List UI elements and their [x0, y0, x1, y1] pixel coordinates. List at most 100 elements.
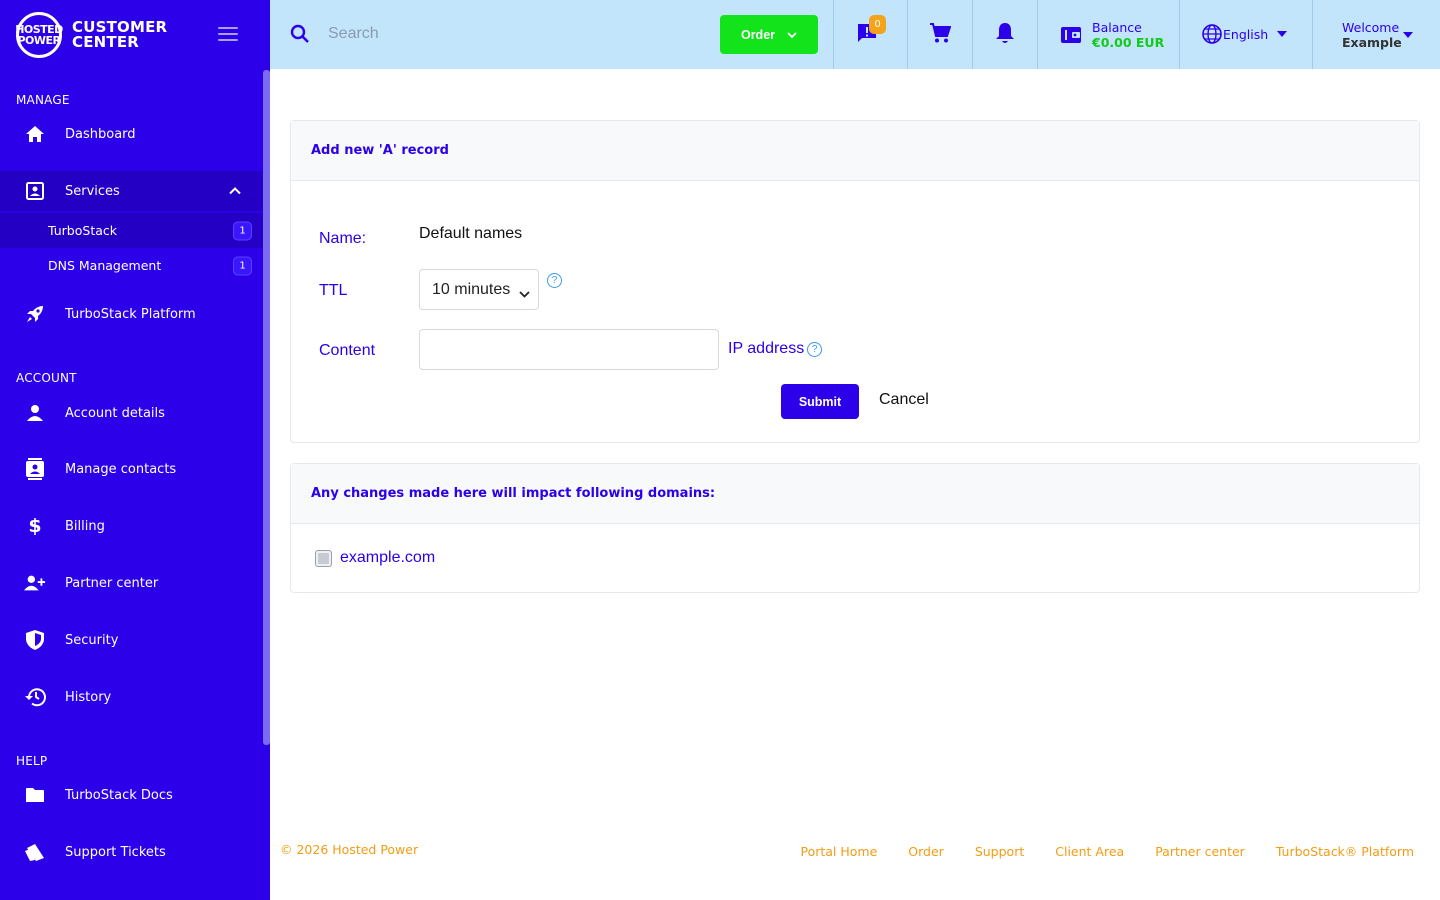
domain-item[interactable]: example.com — [315, 549, 435, 567]
footer-nav: Portal Home Order Support Client Area Pa… — [800, 844, 1414, 859]
footer-copyright: © 2026 Hosted Power — [280, 842, 419, 857]
cancel-button[interactable]: Cancel — [879, 391, 929, 409]
section-title-help: HELP — [16, 754, 48, 768]
folder-icon — [24, 784, 46, 806]
name-label: Name: — [319, 230, 367, 247]
sidebar-subitem-label: DNS Management — [48, 258, 162, 273]
content-label: Content — [319, 342, 376, 359]
balance-widget[interactable]: Balance €0.00 EUR — [1092, 20, 1164, 50]
topbar-divider — [1312, 0, 1313, 69]
ttl-selected-value: 10 minutes — [432, 280, 511, 298]
language-selector[interactable]: English — [1202, 24, 1288, 44]
services-icon — [24, 180, 46, 202]
logo-mark: HOSTED POWER — [15, 12, 63, 58]
ip-help-icon[interactable]: ? — [807, 341, 823, 357]
search-icon[interactable] — [290, 24, 310, 48]
chevron-down-icon — [519, 285, 530, 303]
hamburger-menu-icon[interactable] — [218, 27, 238, 41]
caret-down-icon[interactable] — [1403, 32, 1413, 38]
sidebar-item-label: History — [65, 689, 112, 705]
ttl-select[interactable]: 10 minutes — [419, 269, 539, 310]
balance-label: Balance — [1092, 20, 1142, 35]
sidebar-subitem-turbostack[interactable]: TurboStack 1 — [0, 213, 263, 248]
footer-link-support[interactable]: Support — [975, 844, 1024, 859]
home-icon — [24, 123, 46, 145]
topbar-divider — [1037, 0, 1038, 69]
user-name: Example — [1342, 35, 1402, 50]
logo[interactable]: HOSTED POWER CUSTOMER CENTER — [15, 12, 167, 58]
chevron-up-icon — [229, 184, 241, 199]
domain-name[interactable]: example.com — [340, 549, 435, 567]
sidebar-item-label: Partner center — [65, 575, 159, 591]
sidebar-item-dashboard[interactable]: Dashboard — [0, 114, 263, 154]
content-input[interactable] — [419, 329, 719, 370]
welcome-label: Welcome — [1342, 20, 1400, 35]
globe-icon — [1202, 24, 1222, 44]
sidebar-subitem-dns-management[interactable]: DNS Management 1 — [0, 248, 263, 283]
add-user-icon — [24, 572, 46, 594]
sidebar-item-services[interactable]: Services — [0, 171, 263, 211]
search-input[interactable] — [328, 18, 688, 50]
logo-text: CUSTOMER CENTER — [72, 20, 167, 50]
topbar-divider — [1179, 0, 1180, 69]
user-icon — [24, 402, 46, 424]
sidebar-item-security[interactable]: Security — [0, 620, 263, 660]
topbar-divider — [972, 0, 973, 69]
rocket-icon — [24, 303, 46, 325]
submit-button[interactable]: Submit — [781, 384, 859, 419]
add-record-card: Add new 'A' record Name: Default names T… — [290, 120, 1420, 443]
order-button-label: Order — [740, 27, 776, 42]
caret-down-icon — [1277, 31, 1288, 37]
sidebar-item-label: Billing — [65, 518, 105, 534]
ip-address-label: IP address — [728, 340, 805, 357]
footer-link-partner-center[interactable]: Partner center — [1155, 844, 1245, 859]
sidebar-item-turbostack-docs[interactable]: TurboStack Docs — [0, 775, 263, 815]
ttl-help-icon[interactable]: ? — [547, 273, 562, 288]
cart-icon[interactable] — [929, 22, 952, 48]
sidebar-item-label: TurboStack Docs — [65, 787, 173, 803]
sidebar-item-label: Security — [65, 632, 119, 648]
sidebar-item-label: TurboStack Platform — [65, 306, 196, 322]
sidebar-item-label: Manage contacts — [65, 461, 177, 477]
shield-icon — [24, 629, 46, 651]
bell-icon[interactable] — [995, 22, 1015, 48]
sidebar: HOSTED POWER CUSTOMER CENTER MANAGE Dash… — [0, 0, 270, 900]
footer-link-turbostack-platform[interactable]: TurboStack® Platform — [1276, 844, 1414, 859]
topbar-divider — [833, 0, 834, 69]
footer-link-order[interactable]: Order — [908, 844, 944, 859]
affected-domains-card: Any changes made here will impact follow… — [290, 463, 1420, 593]
footer-link-portal-home[interactable]: Portal Home — [800, 844, 877, 859]
footer-link-client-area[interactable]: Client Area — [1055, 844, 1124, 859]
sidebar-item-label: Services — [65, 183, 120, 199]
card-title: Add new 'A' record — [291, 121, 1419, 181]
domain-checkbox[interactable] — [315, 549, 332, 567]
language-label: English — [1223, 26, 1269, 42]
count-badge: 1 — [233, 221, 252, 240]
tickets-icon — [24, 841, 46, 863]
sidebar-item-partner-center[interactable]: Partner center — [0, 563, 263, 603]
sidebar-item-label: Account details — [65, 405, 165, 421]
ip-address-hint: IP address ? — [728, 340, 823, 358]
wallet-icon[interactable] — [1060, 25, 1082, 49]
ttl-label: TTL — [319, 282, 348, 299]
sidebar-item-billing[interactable]: $ Billing — [0, 506, 263, 546]
section-title-manage: MANAGE — [16, 93, 70, 107]
sidebar-item-manage-contacts[interactable]: Manage contacts — [0, 449, 263, 489]
sidebar-item-label: Support Tickets — [65, 844, 166, 860]
order-button[interactable]: Order — [720, 15, 818, 54]
sidebar-scrollbar[interactable] — [263, 70, 270, 745]
sidebar-item-support-tickets[interactable]: Support Tickets — [0, 832, 263, 872]
user-menu[interactable]: Welcome Example — [1342, 20, 1402, 50]
topbar-divider — [907, 0, 908, 69]
chat-badge: 0 — [869, 15, 886, 34]
balance-value: €0.00 EUR — [1092, 35, 1165, 50]
section-title-account: ACCOUNT — [16, 371, 77, 385]
sidebar-item-account-details[interactable]: Account details — [0, 393, 263, 433]
name-value: Default names — [419, 225, 523, 242]
count-badge: 1 — [233, 256, 252, 275]
sidebar-item-turbostack-platform[interactable]: TurboStack Platform — [0, 294, 263, 334]
sidebar-item-history[interactable]: History — [0, 677, 263, 717]
sidebar-item-label: Dashboard — [65, 126, 136, 142]
chevron-down-icon — [787, 28, 797, 42]
sidebar-subitem-label: TurboStack — [48, 223, 117, 238]
